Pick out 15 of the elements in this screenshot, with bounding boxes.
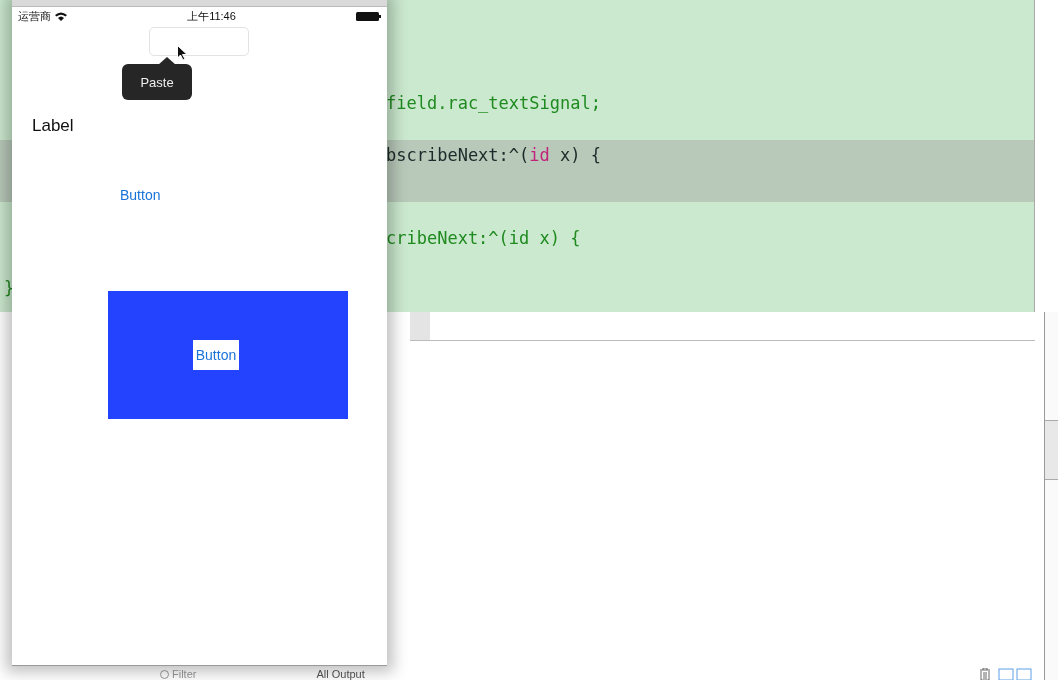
wifi-icon	[55, 11, 67, 21]
output-menu[interactable]: All Output	[316, 668, 365, 680]
status-time: 上午11:46	[187, 8, 236, 24]
battery-icon	[356, 11, 381, 21]
split-view-icon[interactable]	[998, 668, 1032, 680]
mouse-cursor-icon	[177, 45, 188, 61]
code-text: }	[4, 278, 15, 298]
filter-field[interactable]: Filter	[160, 668, 197, 680]
code-line: field.rac_textSignal;	[385, 92, 602, 115]
code-line: cribeNext:^(id x) {	[385, 227, 582, 250]
carrier-name: 运营商	[18, 8, 51, 24]
label-text: Label	[32, 116, 74, 136]
text-button[interactable]: Button	[120, 187, 161, 203]
panel-button[interactable]: Button	[193, 340, 239, 370]
trash-icon[interactable]	[978, 668, 992, 680]
